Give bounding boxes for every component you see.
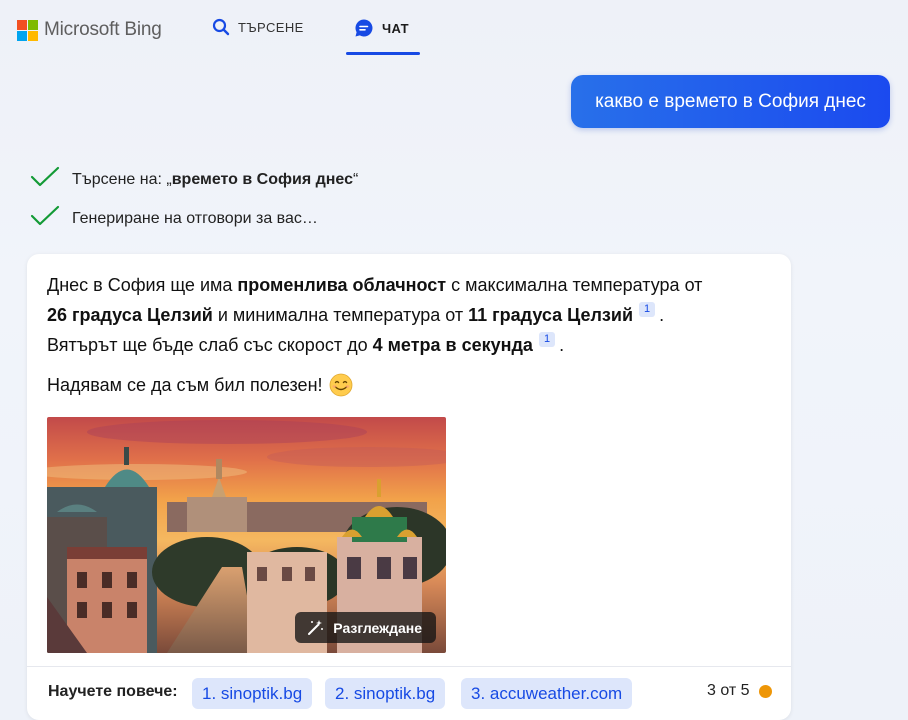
footer-divider [27,666,791,667]
progress-step-generating: Генериране на отговори за вас… [30,205,318,232]
tab-search[interactable]: ТЪРСЕНЕ [212,18,304,36]
search-icon [212,18,230,36]
progress-search-suffix: “ [353,170,359,188]
tab-chat[interactable]: ЧАТ [354,18,409,38]
citation-badge[interactable]: 1 [639,302,656,317]
checkmark-icon [30,205,60,232]
turn-status-dot [758,684,772,698]
active-tab-indicator [346,52,420,55]
explore-image-label: Разглеждане [333,619,422,636]
answer-text: Днес в София ще има променлива облачност… [47,270,777,360]
magic-wand-icon [307,619,324,636]
tab-search-label: ТЪРСЕНЕ [238,19,304,35]
tab-chat-label: ЧАТ [382,20,410,36]
learn-more-label: Научете повече: [48,683,178,700]
closing-line: Надявам се да съм бил полезен! [47,373,353,397]
progress-search-prefix: Търсене на: „ [72,170,172,188]
citation-badge[interactable]: 1 [538,332,556,347]
closing-text: Надявам се да съм бил полезен! [47,374,323,395]
top-bar: Microsoft Bing ТЪРСЕНЕ ЧАТ [0,0,908,60]
explore-image-button[interactable]: Разглеждане [295,612,436,643]
answer-text-segment: Вятърът ще бъде слаб със скорост до [47,335,373,355]
answer-text-segment: . [559,335,565,355]
progress-generating-text: Генериране на отговори за вас… [72,209,318,227]
turn-counter-text: 3 от 5 [707,682,750,699]
turn-counter: 3 от 5 [707,682,772,700]
source-link-2[interactable]: 2. sinoptik.bg [325,678,446,709]
answer-bold-segment: 11 градуса Целзий [468,305,634,325]
answer-text-segment: . [659,305,665,325]
source-link-3[interactable]: 3. accuweather.com [461,678,633,709]
bing-logo[interactable]: Microsoft Bing [17,19,162,41]
answer-bold-segment: променлива облачност [237,275,447,295]
answer-text-segment: с максимална температура от [446,275,703,295]
chat-icon [354,18,374,38]
smiling-face-icon [329,373,353,397]
source-link-1[interactable]: 1. sinoptik.bg [192,678,313,709]
progress-step-search: Търсене на: „ времето в София днес “ [30,166,358,193]
brand-name: Microsoft Bing [44,19,162,40]
progress-search-query: времето в София днес [171,170,353,188]
user-message-bubble: какво е времето в София днес [571,75,890,128]
microsoft-logo-icon [17,19,38,41]
answer-text-segment: и минимална температура от [212,305,469,325]
user-message-text: какво е времето в София днес [595,90,866,112]
checkmark-icon [30,166,60,193]
answer-bold-segment: 26 градуса Целзий [47,305,213,325]
sofia-sunset-image[interactable]: Разглеждане [47,417,446,653]
answer-text-segment: Днес в София ще има [47,275,238,295]
answer-bold-segment: 4 метра в секунда [372,335,533,355]
answer-card: Днес в София ще има променлива облачност… [27,254,791,720]
